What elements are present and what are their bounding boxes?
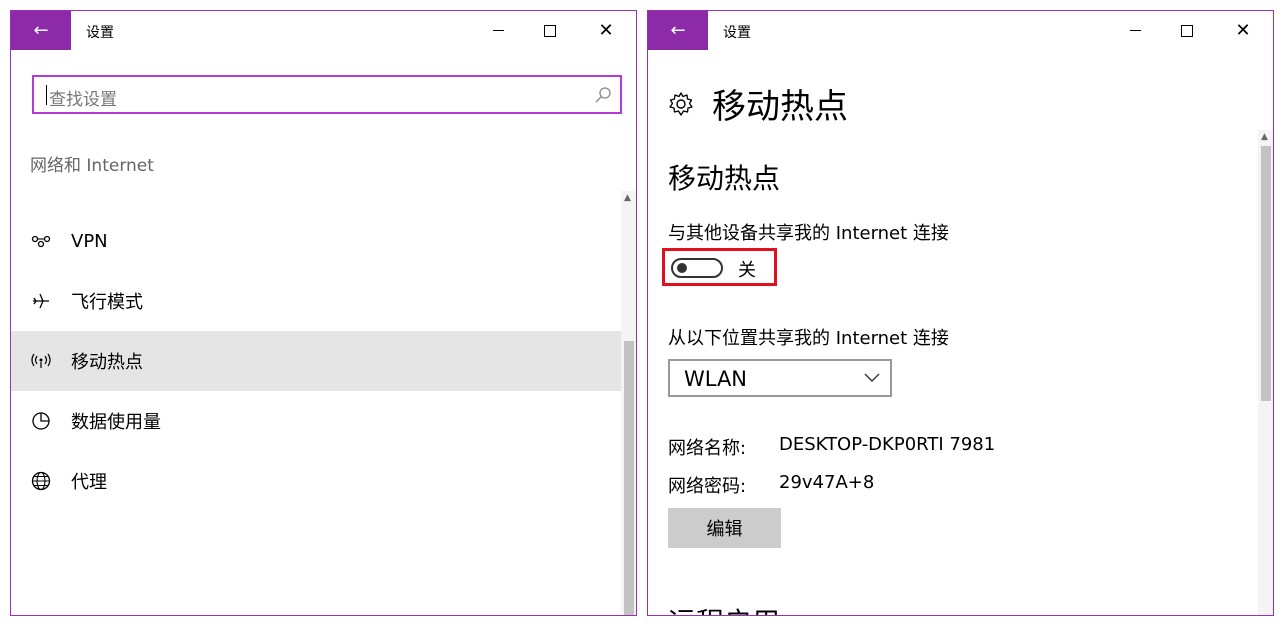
toggle-state-label: 关 — [738, 260, 756, 281]
remote-enable-heading: 远程启用 — [668, 601, 780, 615]
data-usage-icon — [32, 412, 50, 430]
close-button[interactable]: ✕ — [1220, 11, 1266, 50]
vpn-icon — [31, 235, 51, 248]
minimize-icon — [492, 30, 504, 31]
nav-label-airplane-mode: 飞行模式 — [71, 292, 143, 313]
nav-label-mobile-hotspot: 移动热点 — [71, 352, 143, 373]
network-name-value: DESKTOP-DKP0RTI 7981 — [779, 434, 996, 455]
search-icon[interactable] — [594, 86, 612, 104]
network-name-label: 网络名称: — [668, 438, 747, 459]
search-input[interactable]: 查找设置 — [32, 75, 622, 114]
scroll-up-icon[interactable]: ▲ — [1261, 132, 1268, 142]
back-arrow-icon: ← — [670, 20, 686, 41]
nav-item-proxy[interactable]: 代理 — [11, 451, 622, 511]
vertical-scrollbar[interactable]: ▲ — [621, 191, 636, 615]
maximize-icon — [1181, 24, 1193, 37]
hotspot-icon — [31, 353, 51, 368]
search-placeholder: 查找设置 — [49, 90, 117, 110]
back-arrow-icon: ← — [33, 20, 49, 41]
page-header: 移动热点 — [668, 79, 848, 128]
gear-icon — [669, 91, 693, 116]
nav-label-proxy: 代理 — [71, 472, 107, 493]
chevron-down-icon — [864, 373, 880, 382]
nav-label-data-usage: 数据使用量 — [71, 412, 161, 433]
connection-select-value: WLAN — [684, 367, 748, 391]
nav-item-mobile-hotspot[interactable]: 移动热点 — [11, 331, 622, 391]
network-password-label: 网络密码: — [668, 476, 747, 497]
edit-button[interactable]: 编辑 — [668, 508, 781, 548]
title-bar: ← 设置 ✕ — [648, 11, 1273, 50]
window-title: 设置 — [723, 25, 751, 41]
page-title: 移动热点 — [712, 87, 848, 127]
window-title: 设置 — [86, 25, 114, 41]
toggle-knob — [677, 263, 687, 273]
settings-window-right: ← 设置 ✕ 移动热点 移动热点 与其他设备共享我的 Internet 连接 关… — [647, 10, 1274, 616]
maximize-button[interactable] — [527, 11, 573, 50]
close-button[interactable]: ✕ — [583, 11, 629, 50]
close-icon: ✕ — [1235, 19, 1251, 41]
share-from-label: 从以下位置共享我的 Internet 连接 — [668, 328, 949, 349]
connection-select[interactable]: WLAN — [668, 359, 892, 397]
nav-item-data-usage[interactable]: 数据使用量 — [11, 391, 622, 451]
close-icon: ✕ — [598, 19, 614, 41]
maximize-button[interactable] — [1164, 11, 1210, 50]
back-button[interactable]: ← — [11, 11, 71, 50]
vertical-scrollbar[interactable]: ▲ — [1258, 130, 1273, 615]
back-button[interactable]: ← — [648, 11, 708, 50]
globe-icon — [31, 471, 51, 491]
minimize-icon — [1129, 30, 1141, 31]
text-caret — [46, 85, 47, 105]
settings-window-left: ← 设置 ✕ 查找设置 网络和 Internet VPN 飞行模式 移动热点 数… — [10, 10, 637, 616]
nav-item-vpn[interactable]: VPN — [11, 211, 622, 271]
hotspot-toggle[interactable] — [671, 258, 723, 278]
network-password-value: 29v47A+8 — [779, 472, 875, 493]
section-title: 移动热点 — [668, 162, 781, 195]
scroll-thumb[interactable] — [1261, 146, 1271, 401]
highlight-box: 关 — [662, 248, 777, 286]
title-bar: ← 设置 ✕ — [11, 11, 636, 50]
minimize-button[interactable] — [475, 11, 521, 50]
scroll-up-icon[interactable]: ▲ — [624, 193, 631, 203]
nav-label-vpn: VPN — [71, 230, 108, 252]
nav-item-airplane-mode[interactable]: 飞行模式 — [11, 271, 622, 331]
airplane-icon — [33, 293, 49, 309]
maximize-icon — [544, 24, 556, 37]
section-header: 网络和 Internet — [30, 156, 154, 176]
share-connection-label: 与其他设备共享我的 Internet 连接 — [668, 223, 949, 244]
minimize-button[interactable] — [1112, 11, 1158, 50]
scroll-thumb[interactable] — [624, 341, 634, 615]
